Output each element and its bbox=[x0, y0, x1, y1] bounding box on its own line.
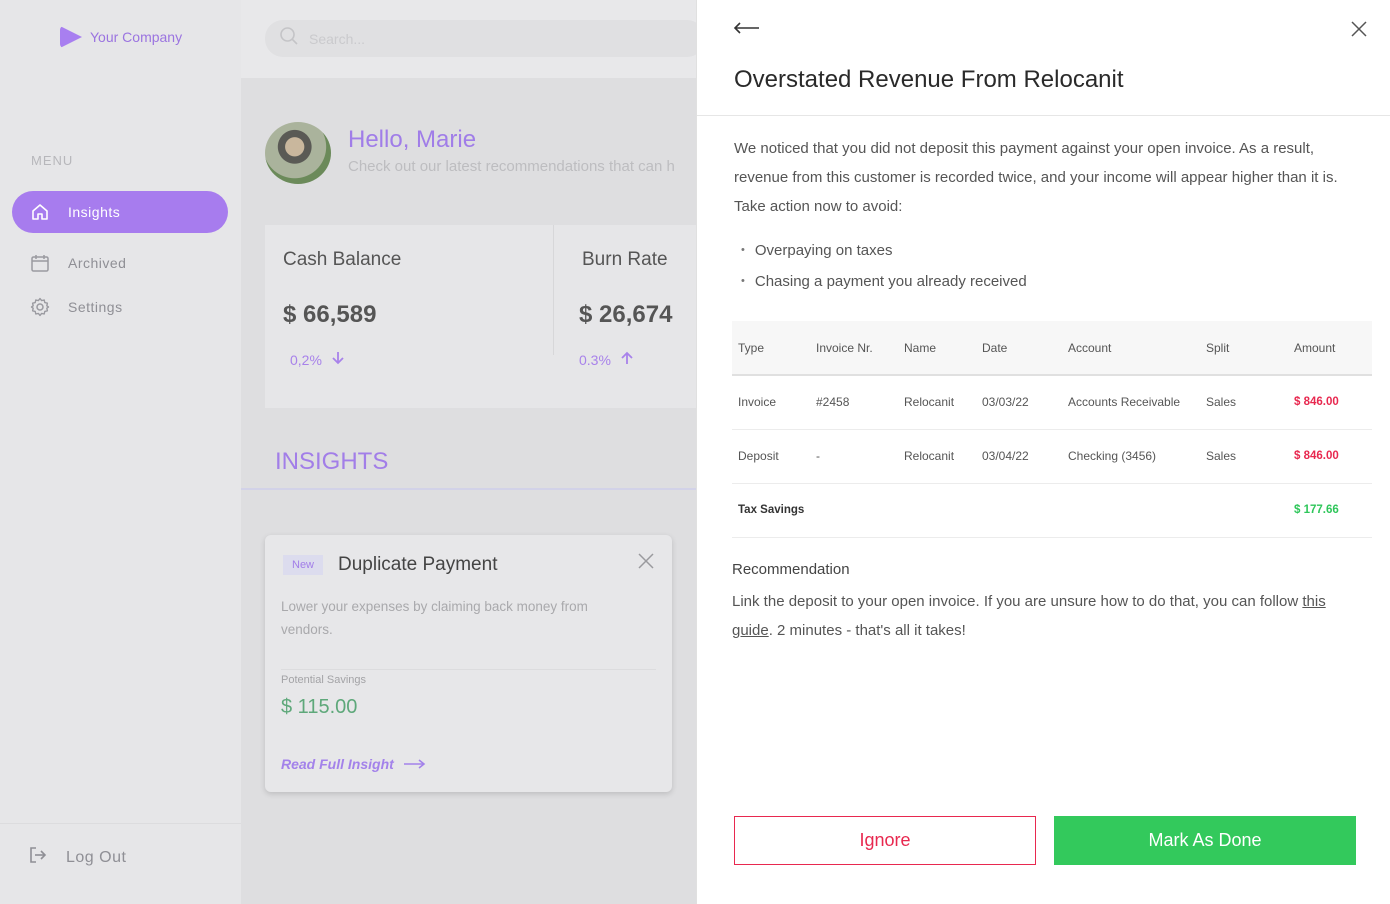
insight-card-title: Duplicate Payment bbox=[338, 554, 498, 575]
drawer-title: Overstated Revenue From Relocanit bbox=[734, 66, 1124, 93]
column-header: Split bbox=[1200, 321, 1288, 376]
sidebar: Your Company MENU Insights Archived Sett… bbox=[0, 0, 241, 904]
ignore-button[interactable]: Ignore bbox=[734, 816, 1036, 865]
arrow-right-icon bbox=[403, 756, 426, 772]
arrow-up-icon bbox=[621, 351, 633, 368]
avatar[interactable] bbox=[265, 122, 331, 184]
tax-savings-value: $ 177.66 bbox=[1288, 483, 1372, 538]
home-icon bbox=[30, 202, 50, 222]
logout-label: Log Out bbox=[66, 848, 127, 866]
recommendation-text-start: Link the deposit to your open invoice. I… bbox=[732, 593, 1303, 610]
table-cell: - bbox=[810, 429, 898, 484]
sidebar-item-label: Settings bbox=[68, 299, 123, 315]
read-full-insight-label: Read Full Insight bbox=[281, 756, 394, 772]
sidebar-divider bbox=[0, 823, 241, 824]
insights-underline bbox=[241, 488, 696, 490]
insight-detail-drawer: Overstated Revenue From Relocanit We not… bbox=[696, 0, 1390, 904]
stat-value: $ 66,589 bbox=[283, 301, 377, 328]
menu-label: MENU bbox=[31, 153, 74, 168]
table-summary-row: Tax Savings $ 177.66 bbox=[732, 483, 1372, 538]
table-cell: #2458 bbox=[810, 375, 898, 430]
insight-card-description: Lower your expenses by claiming back mon… bbox=[281, 599, 588, 637]
stat-cash-balance: Cash Balance $ 66,589 0,2% bbox=[283, 249, 401, 379]
table-row: Invoice #2458 Relocanit 03/03/22 Account… bbox=[732, 375, 1372, 430]
column-header: Invoice Nr. bbox=[810, 321, 898, 376]
table-cell-amount: $ 846.00 bbox=[1288, 429, 1372, 484]
read-full-insight-link[interactable]: Read Full Insight bbox=[281, 756, 426, 772]
table-cell: Invoice bbox=[732, 375, 810, 430]
stat-title: Cash Balance bbox=[283, 249, 402, 270]
table-cell: Sales bbox=[1200, 375, 1288, 430]
table-cell: Accounts Receivable bbox=[1062, 375, 1200, 430]
recommendation-text: Link the deposit to your open invoice. I… bbox=[732, 587, 1362, 645]
table-cell: Checking (3456) bbox=[1062, 429, 1200, 484]
card-divider bbox=[281, 669, 656, 670]
sidebar-item-settings[interactable]: Settings bbox=[12, 286, 228, 328]
stat-change-value: 0,2% bbox=[290, 352, 322, 368]
table-header-row: Type Invoice Nr. Name Date Account Split… bbox=[732, 321, 1372, 376]
logout-icon bbox=[28, 845, 48, 870]
close-icon[interactable] bbox=[1350, 20, 1368, 43]
column-header: Date bbox=[976, 321, 1062, 376]
table-cell: 03/04/22 bbox=[976, 429, 1062, 484]
gear-icon bbox=[30, 297, 50, 317]
search-icon bbox=[279, 26, 299, 51]
tax-savings-label: Tax Savings bbox=[732, 483, 1288, 538]
table-cell: 03/03/22 bbox=[976, 375, 1062, 430]
potential-savings-value: $ 115.00 bbox=[281, 696, 358, 718]
column-header: Amount bbox=[1288, 321, 1372, 376]
stat-change: 0.3% bbox=[579, 351, 672, 368]
insights-heading: INSIGHTS bbox=[275, 448, 389, 475]
table-cell: Deposit bbox=[732, 429, 810, 484]
calendar-icon bbox=[30, 253, 50, 273]
greeting-subtitle: Check out our latest recommendations tha… bbox=[348, 158, 675, 175]
company-logo[interactable]: Your Company bbox=[60, 26, 182, 48]
stat-burn-rate: Burn Rate $ 26,674 0.3% bbox=[579, 249, 672, 379]
column-header: Type bbox=[732, 321, 810, 376]
main-content: Hello, Marie Check out our latest recomm… bbox=[241, 78, 696, 904]
bullet-list: Overpaying on taxes Chasing a payment yo… bbox=[741, 236, 1027, 298]
potential-savings-label: Potential Savings bbox=[281, 674, 366, 686]
stat-title: Burn Rate bbox=[582, 249, 668, 270]
recommendation-text-end: . 2 minutes - that's all it takes! bbox=[768, 622, 966, 639]
stat-divider bbox=[553, 225, 554, 355]
bullet-item: Chasing a payment you already received bbox=[741, 267, 1027, 298]
greeting-title: Hello, Marie bbox=[348, 126, 477, 153]
column-header: Name bbox=[898, 321, 976, 376]
close-icon[interactable] bbox=[638, 549, 654, 575]
column-header: Account bbox=[1062, 321, 1200, 376]
drawer-divider bbox=[697, 115, 1390, 116]
sidebar-item-label: Archived bbox=[68, 255, 127, 271]
arrow-down-icon bbox=[332, 352, 344, 368]
stat-change-value: 0.3% bbox=[579, 352, 611, 368]
play-logo-icon bbox=[60, 26, 82, 48]
recommendation-heading: Recommendation bbox=[732, 561, 850, 578]
bullet-item: Overpaying on taxes bbox=[741, 236, 1027, 267]
table-cell: Relocanit bbox=[898, 375, 976, 430]
drawer-intro: We noticed that you did not deposit this… bbox=[734, 140, 1338, 215]
sidebar-item-archived[interactable]: Archived bbox=[12, 242, 228, 284]
table-cell: Sales bbox=[1200, 429, 1288, 484]
logout-button[interactable]: Log Out bbox=[28, 845, 126, 870]
transactions-table: Type Invoice Nr. Name Date Account Split… bbox=[732, 321, 1372, 538]
mark-as-done-button[interactable]: Mark As Done bbox=[1054, 816, 1356, 865]
search-input[interactable] bbox=[309, 30, 669, 47]
new-badge: New bbox=[283, 555, 324, 575]
table-cell-amount: $ 846.00 bbox=[1288, 375, 1372, 430]
table-row: Deposit - Relocanit 03/04/22 Checking (3… bbox=[732, 429, 1372, 484]
stat-value: $ 26,674 bbox=[579, 301, 673, 328]
sidebar-item-insights[interactable]: Insights bbox=[12, 191, 228, 233]
sidebar-item-label: Insights bbox=[68, 204, 121, 220]
stats-panel: Cash Balance $ 66,589 0,2% Burn Rate $ 2… bbox=[265, 225, 696, 408]
insight-card[interactable]: New Duplicate Payment Lower your expense… bbox=[265, 535, 672, 792]
company-name: Your Company bbox=[90, 29, 183, 45]
table-cell: Relocanit bbox=[898, 429, 976, 484]
search-bar[interactable] bbox=[265, 20, 705, 57]
stat-change: 0,2% bbox=[283, 351, 401, 368]
back-arrow-icon[interactable] bbox=[733, 20, 761, 41]
